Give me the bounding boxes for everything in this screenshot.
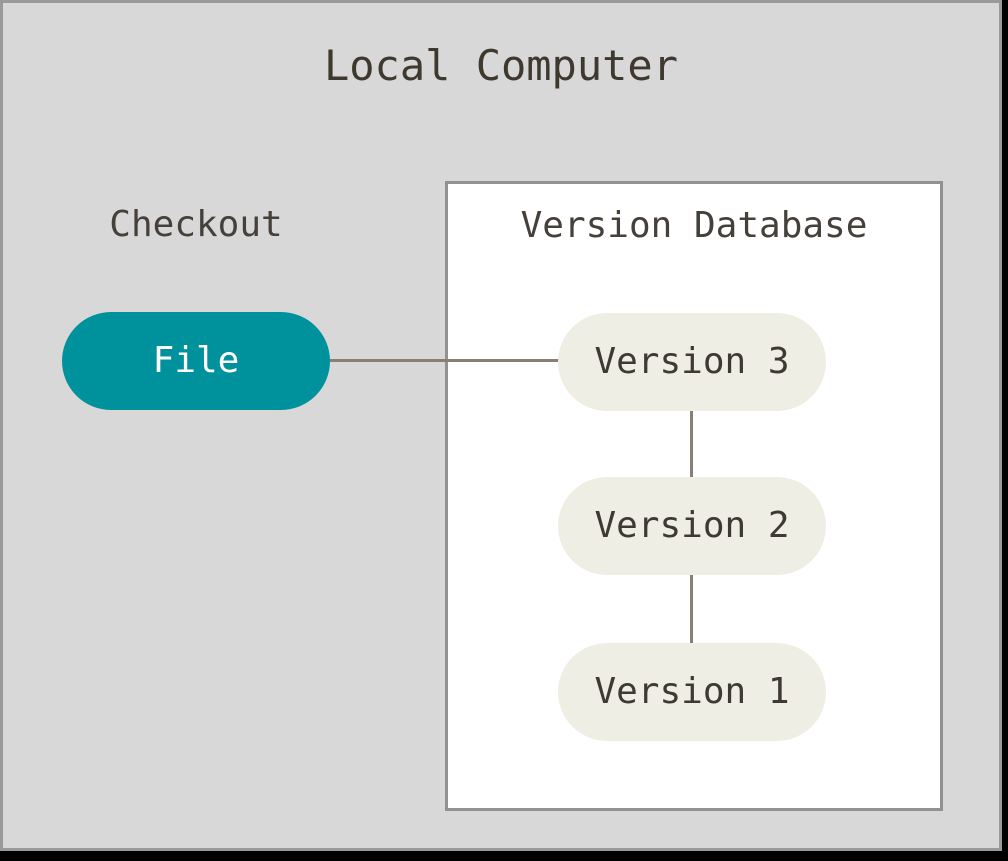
file-node: File	[62, 312, 330, 410]
version1-node: Version 1	[558, 643, 826, 741]
connector-version3-to-version2	[690, 409, 693, 479]
connector-file-to-version3	[330, 359, 560, 362]
version2-node: Version 2	[558, 477, 826, 575]
version3-node: Version 3	[558, 313, 826, 411]
screenshot-page: Local Computer Checkout File Version Dat…	[0, 0, 1008, 861]
connector-version2-to-version1	[690, 573, 693, 645]
diagram-title: Local Computer	[3, 41, 999, 91]
checkout-label: Checkout	[62, 203, 330, 247]
local-computer-window: Local Computer Checkout File Version Dat…	[0, 0, 1002, 851]
version-database-title: Version Database	[448, 204, 940, 248]
